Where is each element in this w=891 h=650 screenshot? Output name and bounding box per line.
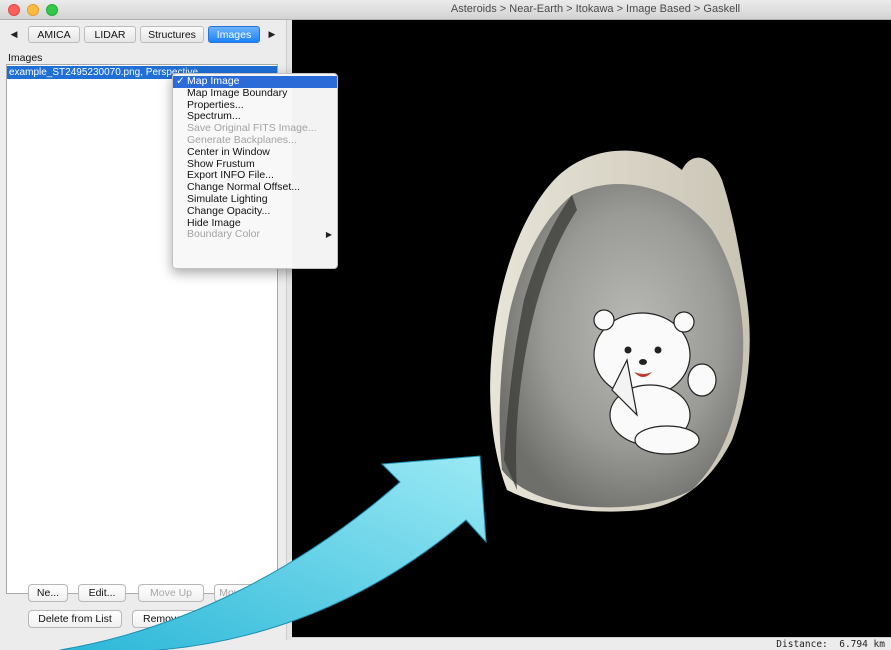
- images-label: Images: [8, 52, 43, 64]
- close-window-button[interactable]: [8, 4, 20, 16]
- menu-item-map-image-boundary[interactable]: Map Image Boundary: [173, 87, 337, 100]
- tab-bar: ◀ AMICA LIDAR Structures Images ▶: [6, 24, 284, 44]
- minimize-window-button[interactable]: [27, 4, 39, 16]
- menu-item-simulate-lighting[interactable]: Simulate Lighting: [173, 193, 337, 206]
- menu-item-boundary-color[interactable]: Boundary Color ▶: [173, 228, 337, 241]
- tab-amica[interactable]: AMICA: [28, 26, 80, 43]
- menu-item-label: Boundary Color: [187, 228, 260, 241]
- tab-lidar[interactable]: LIDAR: [84, 26, 136, 43]
- tab-images[interactable]: Images: [208, 26, 260, 43]
- tab-structures[interactable]: Structures: [140, 26, 204, 43]
- distance-label: Distance:: [776, 639, 828, 650]
- menu-item-generate-backplanes[interactable]: Generate Backplanes...: [173, 134, 337, 147]
- image-context-menu: ✓ Map Image Map Image Boundary Propertie…: [172, 73, 338, 269]
- menu-item-change-opacity[interactable]: Change Opacity...: [173, 205, 337, 218]
- title-bar: Asteroids > Near-Earth > Itokawa > Image…: [0, 0, 891, 20]
- maximize-window-button[interactable]: [46, 4, 58, 16]
- tab-scroll-right-icon[interactable]: ▶: [264, 26, 280, 42]
- distance-value: 6.794 km: [839, 639, 885, 650]
- submenu-arrow-icon: ▶: [325, 230, 332, 240]
- menu-item-label: Map Image: [187, 75, 240, 87]
- distance-readout: Distance: 6.794 km: [776, 639, 885, 650]
- annotation-arrow-icon: [59, 455, 487, 650]
- tab-scroll-left-icon[interactable]: ◀: [6, 26, 22, 42]
- window-title: Asteroids > Near-Earth > Itokawa > Image…: [450, 3, 741, 15]
- checkmark-icon: ✓: [176, 75, 185, 87]
- menu-item-center-in-window[interactable]: Center in Window: [173, 146, 337, 159]
